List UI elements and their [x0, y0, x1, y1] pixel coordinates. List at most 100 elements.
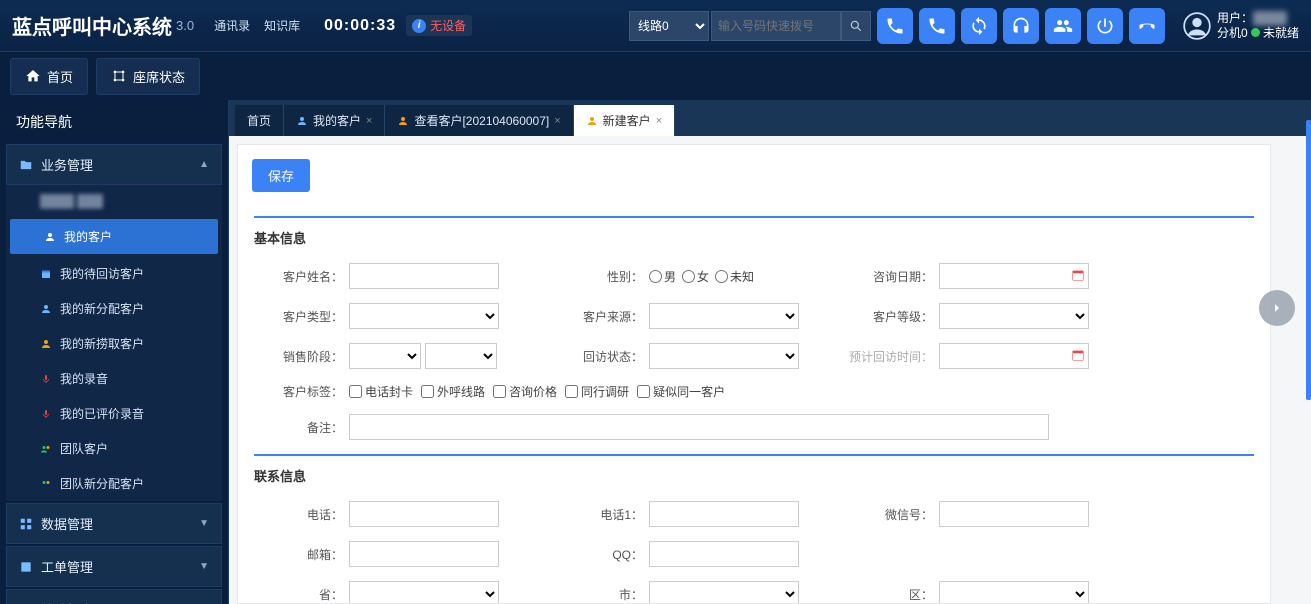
- radio-unknown[interactable]: [715, 270, 728, 283]
- call-button[interactable]: [877, 8, 913, 44]
- label-phone: 电话：: [254, 506, 349, 523]
- chk-suspect-same[interactable]: [637, 385, 650, 398]
- app-title: 蓝点呼叫中心系统: [12, 11, 172, 40]
- user-info[interactable]: 用户：████ 分机0 未就绪: [1183, 11, 1299, 40]
- select-sales-stage-2[interactable]: [425, 343, 497, 369]
- menu-data-mgmt[interactable]: 数据管理▼: [6, 503, 222, 544]
- close-icon[interactable]: ×: [554, 115, 560, 127]
- sidebar-item-team-new-assigned[interactable]: 团队新分配客户: [6, 466, 222, 501]
- status-dot-icon: [1251, 28, 1260, 37]
- nav-agent-status[interactable]: 座席状态: [96, 58, 200, 95]
- section-contact-title: 联系信息: [254, 466, 1254, 485]
- person-icon: [586, 115, 598, 127]
- input-phone1[interactable]: [649, 501, 799, 527]
- device-status-badge: i 无设备: [406, 15, 472, 36]
- chk-outbound-line[interactable]: [421, 385, 434, 398]
- tab-new-customer[interactable]: 新建客户×: [574, 105, 675, 136]
- tab-view-customer[interactable]: 查看客户[202104060007]×: [385, 105, 573, 136]
- tab-my-customers[interactable]: 我的客户×: [284, 105, 385, 136]
- input-qq[interactable]: [649, 541, 799, 567]
- hangup-button[interactable]: [1129, 8, 1165, 44]
- menu-business[interactable]: 业务管理 ▲: [6, 144, 222, 185]
- select-sales-stage-1[interactable]: [349, 343, 421, 369]
- sidebar-item-new-obtained[interactable]: 我的新捞取客户: [6, 326, 222, 361]
- agent-status: 未就绪: [1263, 26, 1299, 40]
- user-name: ████: [1253, 11, 1287, 25]
- avatar-icon: [1183, 12, 1211, 40]
- device-status-text: 无设备: [430, 17, 466, 34]
- label-wechat: 微信号：: [844, 506, 939, 523]
- label-remark: 备注：: [254, 419, 349, 436]
- select-city[interactable]: [649, 581, 799, 604]
- input-wechat[interactable]: [939, 501, 1089, 527]
- dial-button[interactable]: [919, 8, 955, 44]
- close-icon[interactable]: ×: [656, 115, 662, 127]
- chk-peer-survey[interactable]: [565, 385, 578, 398]
- refresh-button[interactable]: [961, 8, 997, 44]
- select-customer-source[interactable]: [649, 303, 799, 329]
- menu-report[interactable]: 统计报表▼: [6, 589, 222, 604]
- section-contact: 联系信息 电话： 电话1： 微信号： 邮箱： QQ： 省： 市： 区：: [254, 454, 1254, 604]
- power-button[interactable]: [1087, 8, 1123, 44]
- select-visit-status[interactable]: [649, 343, 799, 369]
- label-customer-type: 客户类型：: [254, 308, 349, 325]
- quick-dial-input[interactable]: [711, 11, 841, 41]
- radio-female[interactable]: [682, 270, 695, 283]
- sidebar-item-rated-recording[interactable]: 我的已评价录音: [6, 396, 222, 431]
- info-icon: i: [412, 19, 426, 33]
- label-consult-date: 咨询日期：: [844, 268, 939, 285]
- select-province[interactable]: [349, 581, 499, 604]
- sidebar-item-my-customers[interactable]: 我的客户: [10, 219, 218, 254]
- sidebar-item-my-recording[interactable]: 我的录音: [6, 361, 222, 396]
- knowledge-link[interactable]: 知识库: [264, 17, 300, 34]
- line-select[interactable]: 线路0: [629, 11, 709, 41]
- section-basic-title: 基本信息: [254, 228, 1254, 247]
- tags-checkbox-group: 电话封卡 外呼线路 咨询价格 同行调研 疑似同一客户: [349, 383, 725, 400]
- save-button[interactable]: 保存: [252, 159, 310, 192]
- input-expected-visit[interactable]: [939, 343, 1089, 369]
- person-icon: [44, 231, 56, 243]
- chevron-right-icon: [1269, 300, 1285, 316]
- home-icon: [25, 68, 41, 84]
- select-customer-type[interactable]: [349, 303, 499, 329]
- app-header: 蓝点呼叫中心系统 3.0 通讯录 知识库 00:00:33 i 无设备 线路0 …: [0, 0, 1311, 52]
- select-customer-level[interactable]: [939, 303, 1089, 329]
- label-customer-name: 客户姓名：: [254, 268, 349, 285]
- tab-home[interactable]: 首页: [235, 105, 284, 136]
- calendar-icon[interactable]: [1071, 268, 1085, 282]
- ticket-icon: [19, 560, 33, 574]
- user-label: 用户：: [1217, 11, 1253, 25]
- users-button[interactable]: [1045, 8, 1081, 44]
- sidebar-item-new-assigned[interactable]: 我的新分配客户: [6, 291, 222, 326]
- chk-consult-price[interactable]: [493, 385, 506, 398]
- headset-button[interactable]: [1003, 8, 1039, 44]
- scrollbar-thumb[interactable]: [1306, 120, 1311, 400]
- nav-home[interactable]: 首页: [10, 58, 88, 95]
- team2-icon: [40, 478, 52, 490]
- input-email[interactable]: [349, 541, 499, 567]
- menu-ticket[interactable]: 工单管理▼: [6, 546, 222, 587]
- top-nav: 首页 座席状态: [0, 52, 1311, 100]
- sidebar-item-hidden[interactable]: ████ ███: [6, 185, 222, 217]
- select-district[interactable]: [939, 581, 1089, 604]
- input-customer-name[interactable]: [349, 263, 499, 289]
- sidebar-item-pending-visit[interactable]: 我的待回访客户: [6, 256, 222, 291]
- close-icon[interactable]: ×: [366, 115, 372, 127]
- input-remark[interactable]: [349, 414, 1049, 440]
- label-customer-tags: 客户标签：: [254, 383, 349, 400]
- gender-radio-group: 男 女 未知: [649, 268, 754, 285]
- next-page-arrow[interactable]: [1259, 290, 1295, 326]
- contacts-link[interactable]: 通讯录: [214, 17, 250, 34]
- search-icon[interactable]: [841, 11, 871, 41]
- person-blue-icon: [40, 303, 52, 315]
- calendar-icon[interactable]: [1071, 348, 1085, 362]
- label-city: 市：: [554, 586, 649, 603]
- input-consult-date[interactable]: [939, 263, 1089, 289]
- sidebar-item-team-customers[interactable]: 团队客户: [6, 431, 222, 466]
- radio-male[interactable]: [649, 270, 662, 283]
- sidebar: 功能导航 业务管理 ▲ ████ ███ 我的客户 我的待回访客户 我的新分配客…: [0, 100, 228, 604]
- section-basic: 基本信息 客户姓名： 性别： 男 女 未知 咨询日期：: [254, 216, 1254, 440]
- app-version: 3.0: [176, 18, 194, 33]
- input-phone[interactable]: [349, 501, 499, 527]
- chk-phone-block[interactable]: [349, 385, 362, 398]
